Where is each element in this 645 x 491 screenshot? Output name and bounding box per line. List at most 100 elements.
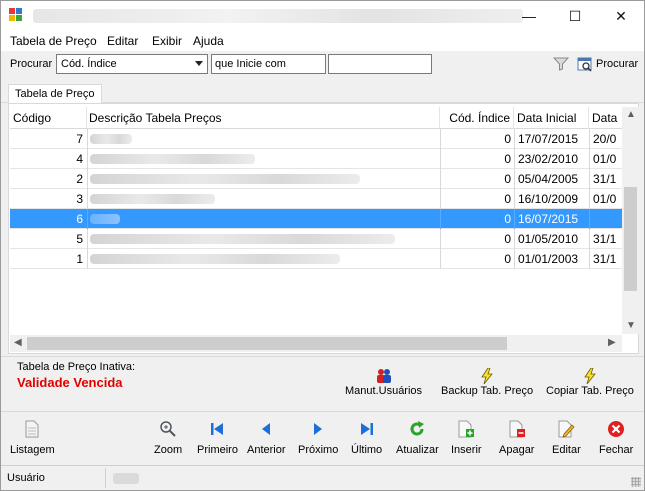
cell-codigo: 5 (76, 232, 83, 246)
cell-descricao-redacted (90, 234, 395, 244)
column-divider (514, 229, 515, 249)
scroll-down-icon[interactable]: ▼ (626, 320, 636, 331)
column-divider (87, 129, 88, 149)
fechar-button[interactable]: Fechar (599, 418, 633, 456)
users-icon (374, 367, 394, 385)
anterior-button[interactable]: Anterior (247, 418, 286, 456)
status-divider (105, 468, 106, 488)
column-divider (87, 209, 88, 229)
table-row[interactable]: 4 0 23/02/2010 01/0 (10, 149, 622, 169)
column-header-data-final[interactable]: Data (589, 107, 622, 129)
horizontal-scroll-thumb[interactable] (27, 337, 507, 350)
document-icon (21, 418, 43, 440)
atualizar-label: Atualizar (396, 444, 439, 456)
column-divider (87, 169, 88, 189)
column-header-cod-indice[interactable]: Cód. Índice (440, 107, 514, 129)
search-bar: Procurar Cód. Índice que Inicie com Proc… (1, 51, 644, 77)
cell-codigo: 6 (76, 212, 83, 226)
scroll-up-icon[interactable]: ▲ (626, 109, 636, 120)
scroll-left-icon[interactable]: ◀ (14, 337, 22, 348)
column-header-data-inicial[interactable]: Data Inicial (514, 107, 589, 129)
backup-tab-preco-button[interactable]: Backup Tab. Preço (441, 367, 533, 397)
filter-icon[interactable] (553, 57, 569, 71)
column-divider (514, 249, 515, 269)
info-area: Tabela de Preço Inativa: Validade Vencid… (1, 356, 644, 408)
cell-cod-indice: 0 (504, 132, 511, 146)
menu-tabela-de-preco[interactable]: Tabela de Preço (10, 34, 97, 48)
backup-tab-preco-label: Backup Tab. Preço (441, 385, 534, 397)
cell-cod-indice: 0 (504, 152, 511, 166)
table-row[interactable]: 3 0 16/10/2009 01/0 (10, 189, 622, 209)
previous-record-icon (255, 418, 277, 440)
horizontal-scrollbar[interactable]: ◀ ▶ (10, 335, 622, 352)
lightning-icon (477, 367, 497, 385)
main-window: — ☐ ✕ Tabela de Preço Editar Exibir Ajud… (0, 0, 645, 491)
inativa-label: Tabela de Preço Inativa: (17, 361, 136, 373)
manut-usuarios-button[interactable]: Manut.Usuários (345, 367, 422, 397)
scroll-right-icon[interactable]: ▶ (608, 337, 616, 348)
tab-tabela-de-preco[interactable]: Tabela de Preço (8, 84, 102, 104)
table-row[interactable]: 5 0 01/05/2010 31/1 (10, 229, 622, 249)
column-divider (514, 169, 515, 189)
column-divider (589, 149, 590, 169)
apagar-button[interactable]: Apagar (499, 418, 534, 456)
cell-codigo: 1 (76, 252, 83, 266)
column-divider (589, 189, 590, 209)
status-user-value-redacted (113, 473, 139, 484)
cell-descricao-redacted (90, 174, 360, 184)
cell-data-final: 31/1 (593, 172, 617, 186)
cell-cod-indice: 0 (504, 252, 511, 266)
maximize-button[interactable]: ☐ (552, 1, 598, 31)
table-row[interactable]: 2 0 05/04/2005 31/1 (10, 169, 622, 189)
cell-codigo: 2 (76, 172, 83, 186)
price-table-grid[interactable]: Código Descrição Tabela Preços Cód. Índi… (10, 107, 622, 332)
table-row[interactable]: 1 0 01/01/2003 31/1 (10, 249, 622, 269)
cell-cod-indice: 0 (504, 212, 511, 226)
cell-data-inicial: 16/07/2015 (518, 212, 579, 226)
ultimo-button[interactable]: Último (351, 418, 382, 456)
inserir-label: Inserir (451, 444, 482, 456)
vertical-scrollbar[interactable]: ▲ ▼ (622, 107, 639, 334)
status-bar: Usuário (1, 465, 644, 490)
proximo-button[interactable]: Próximo (298, 418, 338, 456)
procurar-button[interactable]: Procurar (577, 55, 638, 73)
resize-grip-icon[interactable] (631, 477, 641, 487)
column-divider (514, 189, 515, 209)
atualizar-button[interactable]: Atualizar (396, 418, 439, 456)
cell-codigo: 3 (76, 192, 83, 206)
editar-button[interactable]: Editar (552, 418, 581, 456)
listagem-label: Listagem (10, 444, 55, 456)
search-condition-field[interactable]: que Inicie com (211, 54, 326, 74)
first-record-icon (206, 418, 228, 440)
column-divider (87, 249, 88, 269)
zoom-icon (157, 418, 179, 440)
listagem-button[interactable]: Listagem (10, 418, 55, 456)
cell-data-inicial: 01/01/2003 (518, 252, 579, 266)
column-divider (514, 149, 515, 169)
chevron-down-icon (195, 61, 203, 66)
copiar-tab-preco-button[interactable]: Copiar Tab. Preço (546, 367, 634, 397)
proximo-label: Próximo (298, 444, 339, 456)
menu-exibir[interactable]: Exibir (152, 34, 182, 48)
close-button[interactable]: ✕ (598, 1, 644, 31)
search-input[interactable] (328, 54, 432, 74)
copiar-tab-preco-label: Copiar Tab. Preço (546, 385, 634, 397)
primeiro-label: Primeiro (197, 444, 238, 456)
table-row[interactable]: 7 0 17/07/2015 20/0 (10, 129, 622, 149)
primeiro-button[interactable]: Primeiro (197, 418, 238, 456)
column-header-descricao[interactable]: Descrição Tabela Preços (87, 107, 440, 129)
table-row-selected[interactable]: 6 0 16/07/2015 (10, 209, 622, 229)
search-field-select[interactable]: Cód. Índice (56, 54, 208, 74)
cell-cod-indice: 0 (504, 192, 511, 206)
navigation-toolbar: Listagem Zoom Primeiro Anterior Próximo (1, 411, 644, 463)
vertical-scroll-thumb[interactable] (624, 187, 637, 291)
editar-label: Editar (552, 444, 581, 456)
menu-editar[interactable]: Editar (107, 34, 138, 48)
cell-descricao-redacted (90, 134, 132, 144)
inserir-button[interactable]: Inserir (451, 418, 482, 456)
cell-data-final: 20/0 (593, 132, 617, 146)
column-header-codigo[interactable]: Código (10, 107, 87, 129)
menu-ajuda[interactable]: Ajuda (193, 34, 224, 48)
minimize-button[interactable]: — (506, 1, 552, 31)
zoom-button[interactable]: Zoom (154, 418, 182, 456)
